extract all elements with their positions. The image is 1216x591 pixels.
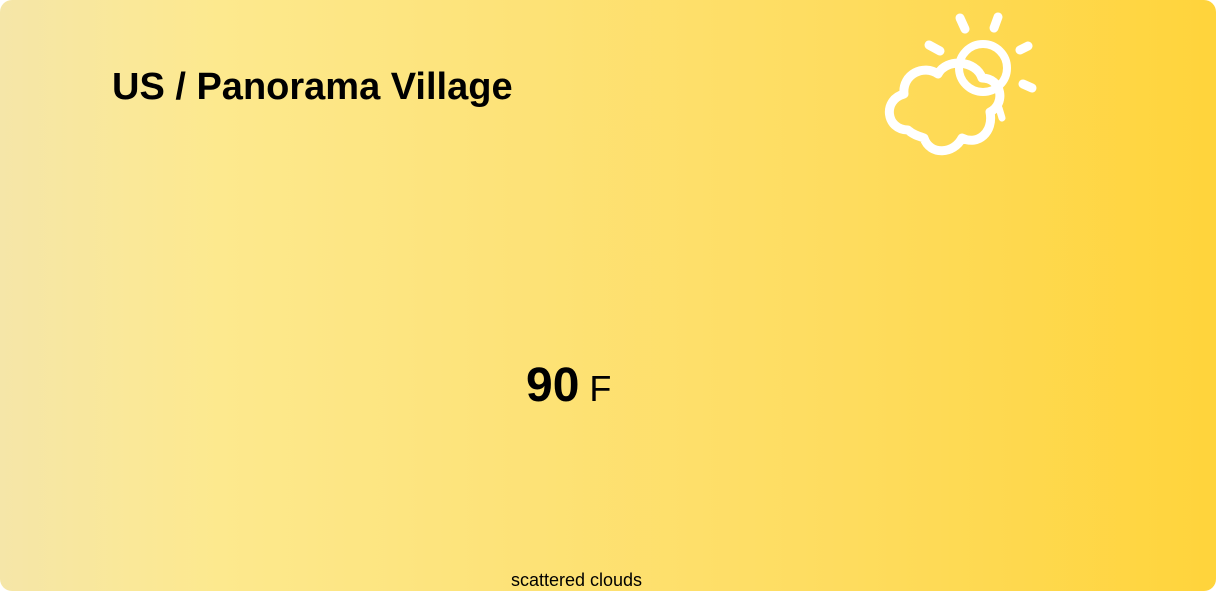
temperature-unit: F (589, 368, 612, 409)
partly-cloudy-icon (884, 12, 1037, 156)
location-title: US / Panorama Village (112, 66, 513, 108)
weather-description: scattered clouds (510, 570, 643, 590)
temperature-value: 90 (526, 359, 580, 412)
temperature-readout: 90 F (526, 362, 611, 410)
weather-card: US / Panorama Village 90 F scattered clou… (0, 0, 1216, 591)
